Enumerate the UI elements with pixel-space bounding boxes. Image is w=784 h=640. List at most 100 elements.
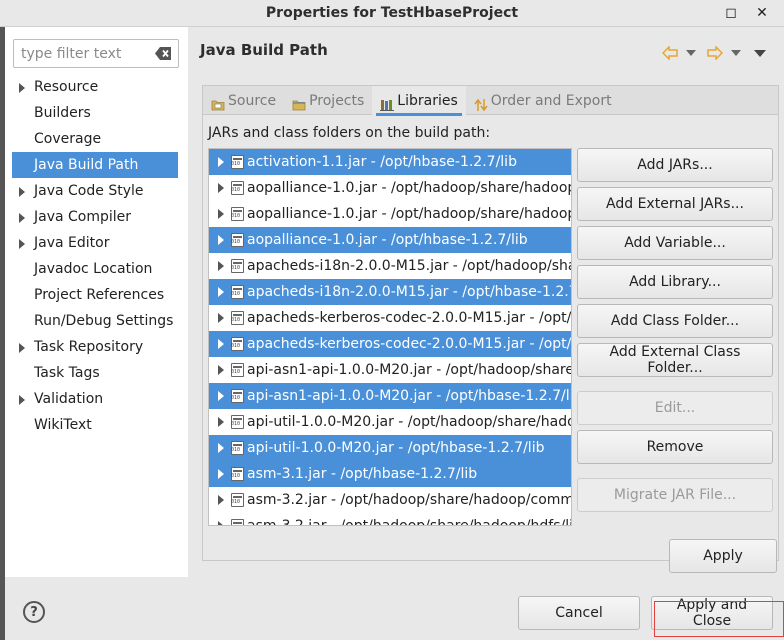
nav-item-coverage[interactable]: Coverage (5, 126, 188, 152)
expand-arrow-icon[interactable] (218, 495, 224, 505)
expand-arrow-icon[interactable] (218, 313, 224, 323)
nav-item-java-code-style[interactable]: Java Code Style (5, 178, 188, 204)
tab-projects[interactable]: Projects (284, 86, 372, 115)
jar-list-item[interactable]: apacheds-kerberos-codec-2.0.0-M15.jar - … (209, 305, 571, 331)
nav-item-resource[interactable]: Resource (5, 74, 188, 100)
nav-item-label: Run/Debug Settings (34, 313, 174, 329)
add-external-jars-button[interactable]: Add External JARs... (577, 187, 773, 221)
nav-item-javadoc-location[interactable]: Javadoc Location (5, 256, 188, 282)
nav-item-java-build-path[interactable]: Java Build Path (12, 152, 178, 178)
migrate-jar-button[interactable]: Migrate JAR File... (577, 478, 773, 512)
build-path-tab-panel: Source Projects Libraries Order and Expo… (202, 85, 779, 561)
jar-label: apacheds-i18n-2.0.0-M15.jar - /opt/hbase… (247, 284, 572, 300)
expand-arrow-icon[interactable] (218, 417, 224, 427)
jar-list-item[interactable]: aopalliance-1.0.jar - /opt/hadoop/share/… (209, 201, 571, 227)
order-export-icon (474, 94, 488, 111)
nav-item-validation[interactable]: Validation (5, 386, 188, 412)
expand-arrow-icon[interactable] (218, 235, 224, 245)
filter-field[interactable] (13, 39, 179, 68)
expand-arrow-icon[interactable] (218, 469, 224, 479)
tab-libraries[interactable]: Libraries (372, 86, 466, 116)
jar-label: apacheds-kerberos-codec-2.0.0-M15.jar - … (247, 310, 572, 326)
expand-arrow-icon[interactable] (218, 287, 224, 297)
jar-list-item[interactable]: apacheds-i18n-2.0.0-M15.jar - /opt/hadoo… (209, 253, 571, 279)
forward-button[interactable] (707, 43, 723, 63)
page-title: Java Build Path (200, 41, 328, 59)
jar-label: asm-3.1.jar - /opt/hbase-1.2.7/lib (247, 466, 478, 482)
expand-arrow-icon[interactable] (19, 213, 25, 223)
back-menu-button[interactable] (686, 43, 696, 63)
expand-arrow-icon[interactable] (218, 157, 224, 167)
nav-item-java-editor[interactable]: Java Editor (5, 230, 188, 256)
expand-arrow-icon[interactable] (218, 261, 224, 271)
expand-arrow-icon[interactable] (218, 183, 224, 193)
jar-list-item[interactable]: aopalliance-1.0.jar - /opt/hadoop/share/… (209, 175, 571, 201)
nav-item-label: Task Repository (34, 339, 144, 355)
jar-list[interactable]: activation-1.1.jar - /opt/hbase-1.2.7/li… (208, 148, 572, 526)
forward-menu-button[interactable] (731, 43, 741, 63)
jar-label: asm-3.2.jar - /opt/hadoop/share/hadoop/h… (247, 518, 572, 526)
forward-arrow-icon (707, 46, 723, 60)
close-button[interactable]: ✕ (753, 4, 771, 22)
back-button[interactable] (662, 43, 678, 63)
properties-nav-tree: Resource Builders Coverage Java Build Path J… (5, 74, 188, 438)
maximize-button[interactable]: ◻ (722, 4, 740, 22)
tab-label: Order and Export (490, 92, 612, 109)
nav-item-project-references[interactable]: Project References (5, 282, 188, 308)
jar-file-icon (231, 181, 244, 195)
nav-item-run-debug-settings[interactable]: Run/Debug Settings (5, 308, 188, 334)
expand-arrow-icon[interactable] (19, 83, 25, 93)
tab-order-and-export[interactable]: Order and Export (466, 86, 620, 115)
jar-label: api-asn1-api-1.0.0-M20.jar - /opt/hbase-… (247, 388, 572, 404)
add-jars-button[interactable]: Add JARs... (577, 148, 773, 182)
nav-item-wikitext[interactable]: WikiText (5, 412, 188, 438)
clear-filter-icon[interactable] (155, 46, 172, 61)
cancel-button[interactable]: Cancel (518, 596, 640, 630)
expand-arrow-icon[interactable] (19, 395, 25, 405)
nav-item-builders[interactable]: Builders (5, 100, 188, 126)
expand-arrow-icon[interactable] (218, 443, 224, 453)
jar-list-item[interactable]: apacheds-kerberos-codec-2.0.0-M15.jar - … (209, 331, 571, 357)
nav-item-task-tags[interactable]: Task Tags (5, 360, 188, 386)
jar-list-item[interactable]: aopalliance-1.0.jar - /opt/hbase-1.2.7/l… (209, 227, 571, 253)
expand-arrow-icon[interactable] (218, 209, 224, 219)
expand-arrow-icon[interactable] (19, 187, 25, 197)
jar-list-item[interactable]: asm-3.2.jar - /opt/hadoop/share/hadoop/c… (209, 487, 571, 513)
jar-list-item[interactable]: apacheds-i18n-2.0.0-M15.jar - /opt/hbase… (209, 279, 571, 305)
expand-arrow-icon[interactable] (19, 239, 25, 249)
nav-item-label: Task Tags (34, 365, 100, 381)
help-icon[interactable]: ? (23, 601, 45, 623)
jar-list-item[interactable]: api-util-1.0.0-M20.jar - /opt/hbase-1.2.… (209, 435, 571, 461)
expand-arrow-icon[interactable] (19, 343, 25, 353)
jar-list-item[interactable]: asm-3.1.jar - /opt/hbase-1.2.7/lib (209, 461, 571, 487)
projects-icon (292, 94, 306, 110)
nav-item-java-compiler[interactable]: Java Compiler (5, 204, 188, 230)
nav-item-task-repository[interactable]: Task Repository (5, 334, 188, 360)
add-variable-button[interactable]: Add Variable... (577, 226, 773, 260)
add-class-folder-button[interactable]: Add Class Folder... (577, 304, 773, 338)
nav-item-label: Resource (34, 79, 99, 95)
expand-arrow-icon[interactable] (218, 339, 224, 349)
jar-list-item[interactable]: api-asn1-api-1.0.0-M20.jar - /opt/hbase-… (209, 383, 571, 409)
expand-arrow-icon[interactable] (218, 365, 224, 375)
tab-label: Projects (309, 92, 365, 109)
nav-item-label: Java Compiler (34, 209, 132, 225)
filter-input[interactable] (14, 40, 144, 67)
expand-arrow-icon[interactable] (218, 521, 224, 525)
jar-list-item[interactable]: asm-3.2.jar - /opt/hadoop/share/hadoop/h… (209, 513, 572, 526)
jar-list-item[interactable]: api-asn1-api-1.0.0-M20.jar - /opt/hadoop… (209, 357, 571, 383)
tab-source[interactable]: Source (203, 86, 284, 115)
jar-file-icon (231, 311, 244, 325)
jar-list-item[interactable]: api-util-1.0.0-M20.jar - /opt/hadoop/sha… (209, 409, 571, 435)
add-external-class-folder-button[interactable]: Add External Class Folder... (577, 343, 773, 377)
jar-label: api-asn1-api-1.0.0-M20.jar - /opt/hadoop… (247, 362, 572, 378)
apply-button[interactable]: Apply (669, 539, 777, 573)
jar-list-item[interactable]: activation-1.1.jar - /opt/hbase-1.2.7/li… (209, 149, 571, 175)
edit-button[interactable]: Edit... (577, 391, 773, 425)
jar-label: apacheds-i18n-2.0.0-M15.jar - /opt/hadoo… (247, 258, 571, 274)
expand-arrow-icon[interactable] (218, 391, 224, 401)
remove-button[interactable]: Remove (577, 430, 773, 464)
jar-file-icon (231, 155, 244, 169)
add-library-button[interactable]: Add Library... (577, 265, 773, 299)
view-menu-button[interactable] (754, 43, 766, 63)
